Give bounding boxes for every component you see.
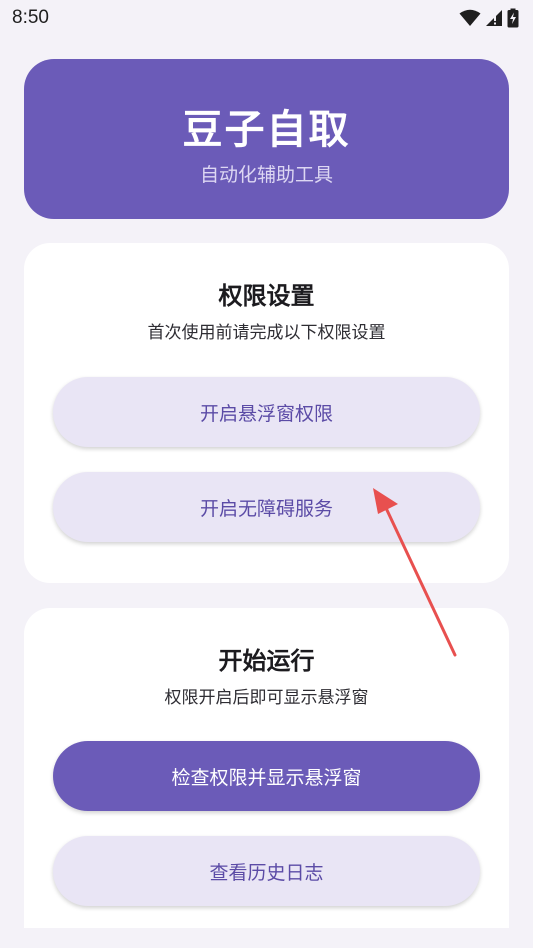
app-header-card: 豆子自取 自动化辅助工具 <box>24 59 509 219</box>
battery-charging-icon <box>507 8 519 28</box>
view-history-log-button[interactable]: 查看历史日志 <box>53 836 480 906</box>
permission-settings-description: 首次使用前请完成以下权限设置 <box>147 323 386 343</box>
permission-settings-title: 权限设置 <box>218 282 315 310</box>
start-running-card: 开始运行 权限开启后即可显示悬浮窗 检查权限并显示悬浮窗 查看历史日志 <box>24 608 509 928</box>
enable-overlay-permission-button[interactable]: 开启悬浮窗权限 <box>53 377 480 447</box>
status-time: 8:50 <box>12 7 49 28</box>
start-running-description: 权限开启后即可显示悬浮窗 <box>164 688 369 708</box>
app-title: 豆子自取 <box>182 107 351 153</box>
wifi-icon <box>459 9 481 26</box>
enable-accessibility-service-button[interactable]: 开启无障碍服务 <box>53 472 480 542</box>
signal-icon <box>486 10 502 26</box>
check-permission-show-overlay-button[interactable]: 检查权限并显示悬浮窗 <box>53 741 480 811</box>
app-subtitle: 自动化辅助工具 <box>199 164 333 186</box>
status-bar: 8:50 <box>0 0 533 36</box>
start-running-title: 开始运行 <box>218 647 315 675</box>
permission-settings-card: 权限设置 首次使用前请完成以下权限设置 开启悬浮窗权限 开启无障碍服务 <box>24 243 509 583</box>
status-icons <box>459 8 519 28</box>
